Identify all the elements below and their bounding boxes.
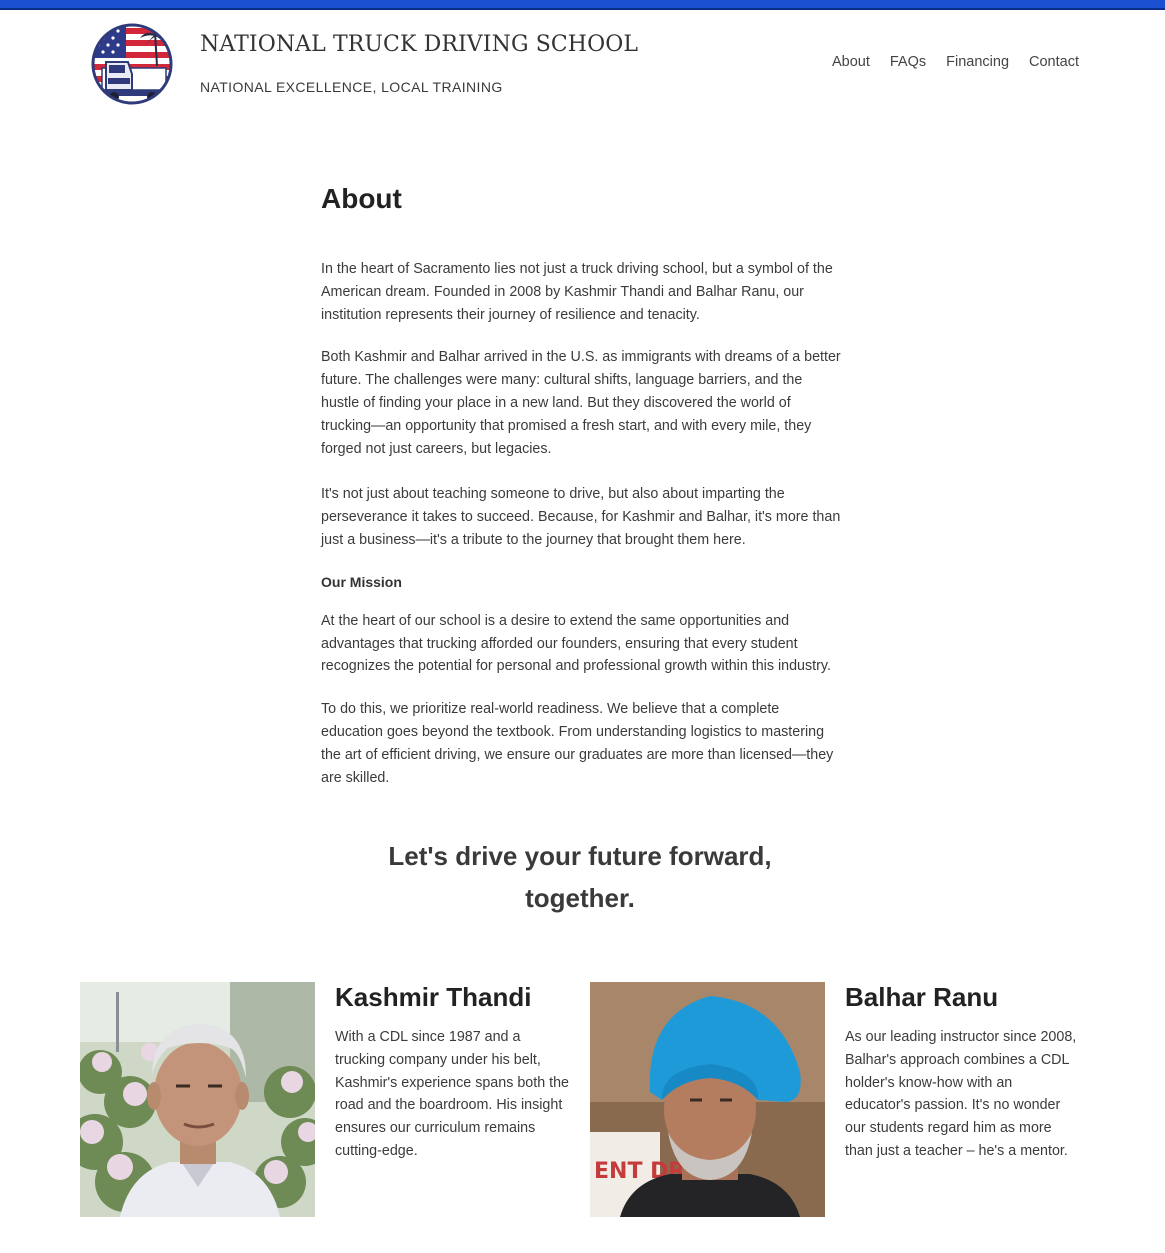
site-header: NATIONAL TRUCK DRIVING SCHOOL NATIONAL E… <box>0 10 1165 120</box>
about-paragraph: In the heart of Sacramento lies not just… <box>321 261 833 323</box>
truck-flag-logo-icon[interactable] <box>88 22 178 106</box>
person-bio: With a CDL since 1987 and a trucking com… <box>335 1029 569 1159</box>
nav-item-faqs[interactable]: FAQs <box>890 54 926 70</box>
person-bio: As our leading instructor since 2008, Ba… <box>845 1029 1077 1159</box>
person-name: Balhar Ranu <box>845 982 999 1012</box>
about-paragraph: Both Kashmir and Balhar arrived in the U… <box>321 349 841 457</box>
balhar-photo: ENT DRIV <box>590 982 825 1217</box>
mission-paragraph: To do this, we prioritize real-world rea… <box>321 701 834 786</box>
about-paragraph: It's not just about teaching someone to … <box>321 486 841 548</box>
nav-item-contact[interactable]: Contact <box>1029 54 1079 70</box>
site-tagline: NATIONAL EXCELLENCE, LOCAL TRAINING <box>200 79 503 95</box>
nav-item-financing[interactable]: Financing <box>946 54 1009 70</box>
slogan-heading: Let's drive your future forward, togethe… <box>388 841 772 913</box>
person-name: Kashmir Thandi <box>335 982 532 1012</box>
site-title[interactable]: NATIONAL TRUCK DRIVING SCHOOL <box>200 32 638 57</box>
mission-heading: Our Mission <box>321 573 402 590</box>
kashmir-photo <box>80 982 315 1217</box>
top-accent-bar <box>0 0 1165 10</box>
page-title: About <box>321 183 402 214</box>
main-content: About In the heart of Sacramento lies no… <box>321 183 841 809</box>
mission-paragraph: At the heart of our school is a desire t… <box>321 612 831 675</box>
nav-item-about[interactable]: About <box>832 54 870 70</box>
main-nav: About FAQs Financing Contact <box>832 54 1079 70</box>
